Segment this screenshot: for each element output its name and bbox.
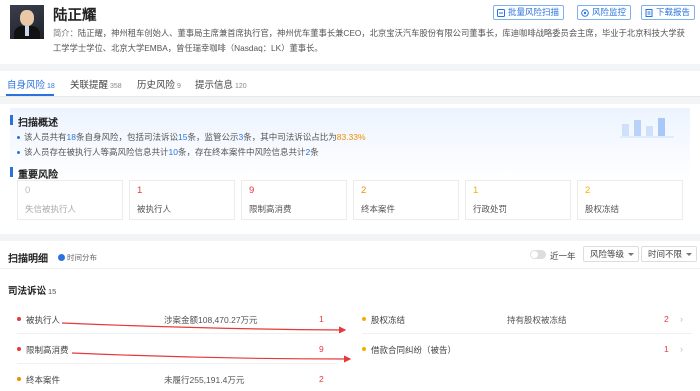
- risk-card-count: 9: [249, 185, 255, 196]
- annotation-arrow: [71, 352, 352, 363]
- tab-count: 18: [47, 83, 55, 90]
- person-name: 陆正耀: [53, 8, 97, 24]
- tab-tips[interactable]: 提示信息 120: [195, 77, 247, 91]
- annotation-arrow: [61, 322, 347, 334]
- risk-card-label: 终本案件: [361, 204, 396, 214]
- section-marker: [10, 167, 13, 177]
- tab-count: 358: [110, 83, 122, 90]
- scan-illustration-icon: [620, 118, 674, 138]
- risk-card-count: 0: [25, 185, 31, 196]
- person-header: 陆正耀 简介：陆正耀，神州租车创始人、董事局主席兼首席执行官，神州优车董事长兼C…: [0, 0, 700, 64]
- risk-card-label: 限制高消费: [249, 204, 292, 214]
- tab-self-risk[interactable]: 自身风险 18: [7, 77, 55, 91]
- tab-count: 120: [235, 83, 247, 90]
- risk-tabs: 自身风险 18 关联提醒 358 历史风险 9 提示信息 120: [0, 71, 700, 97]
- scan-summary-panel: 扫描概述 该人员共有18条自身风险，包括司法诉讼15条，监管公示3条，其中司法诉…: [0, 104, 700, 234]
- risk-card-count: 1: [137, 185, 143, 196]
- risk-card-count: 1: [473, 185, 479, 196]
- batch-risk-scan-button[interactable]: 批量风险扫描: [493, 5, 565, 20]
- annotation-arrows: [61, 322, 352, 363]
- key-risk-title: 重要风险: [18, 170, 58, 181]
- summary-title: 扫描概述: [18, 118, 58, 129]
- download-report-label: 下载报告: [656, 7, 691, 17]
- tab-label: 自身风险: [7, 80, 46, 91]
- risk-card-label: 失信被执行人: [25, 204, 77, 214]
- risk-card-admin-penalty[interactable]: 1 行政处罚: [465, 180, 571, 220]
- risk-card-label: 股权冻结: [585, 204, 620, 214]
- intro-text: 陆正耀，神州租车创始人、董事局主席兼首席执行官，神州优车董事长兼CEO，北京宝沃…: [53, 28, 685, 53]
- tab-label: 历史风险: [137, 80, 176, 91]
- summary-line-2: 该人员存在被执行人等高风险信息共计10条，存在终本案件中风险信息共计2条: [17, 146, 319, 158]
- scan-details-panel: 扫描明细 时间分布 近一年 风险等级 时间不限 司法诉讼 15 被执行人 涉案金额…: [0, 241, 700, 391]
- tab-history-risk[interactable]: 历史风险 9: [137, 77, 181, 91]
- tab-count: 9: [177, 83, 181, 90]
- intro-label: 简介：: [53, 28, 78, 38]
- risk-card-consumption-limit[interactable]: 9 限制高消费: [241, 180, 347, 220]
- risk-card-terminated-cases[interactable]: 2 终本案件: [353, 180, 459, 220]
- risk-card-label: 被执行人: [137, 204, 172, 214]
- risk-card-count: 2: [585, 185, 591, 196]
- risk-card-executee[interactable]: 1 被执行人: [129, 180, 235, 220]
- summary-line-1: 该人员共有18条自身风险，包括司法诉讼15条，监管公示3条，其中司法诉讼占比为8…: [17, 131, 366, 143]
- risk-monitor-label: 风险监控: [592, 7, 627, 17]
- avatar: [10, 5, 44, 39]
- risk-card-dishonest-executee[interactable]: 0 失信被执行人: [17, 180, 123, 220]
- risk-card-equity-freeze[interactable]: 2 股权冻结: [577, 180, 683, 220]
- person-intro: 简介：陆正耀，神州租车创始人、董事局主席兼首席执行官，神州优车董事长兼CEO，北…: [53, 26, 693, 55]
- risk-scan-page: 陆正耀 简介：陆正耀，神州租车创始人、董事局主席兼首席执行官，神州优车董事长兼C…: [0, 0, 700, 391]
- batch-risk-scan-label: 批量风险扫描: [508, 7, 560, 17]
- scan-icon: [497, 9, 505, 17]
- risk-card-label: 行政处罚: [473, 204, 508, 214]
- active-tab-underline: [6, 94, 54, 96]
- tab-label: 提示信息: [195, 80, 234, 91]
- monitor-icon: [581, 9, 589, 17]
- tab-related-alerts[interactable]: 关联提醒 358: [70, 77, 122, 91]
- risk-monitor-button[interactable]: 风险监控: [577, 5, 632, 20]
- tab-label: 关联提醒: [70, 80, 109, 91]
- download-icon: [645, 9, 653, 17]
- risk-card-count: 2: [361, 185, 367, 196]
- download-report-button[interactable]: 下载报告: [641, 5, 696, 20]
- section-marker: [10, 115, 13, 125]
- key-risk-cards: 0 失信被执行人 1 被执行人 9 限制高消费 2 终本案件 1 行政处罚 2 …: [17, 180, 683, 220]
